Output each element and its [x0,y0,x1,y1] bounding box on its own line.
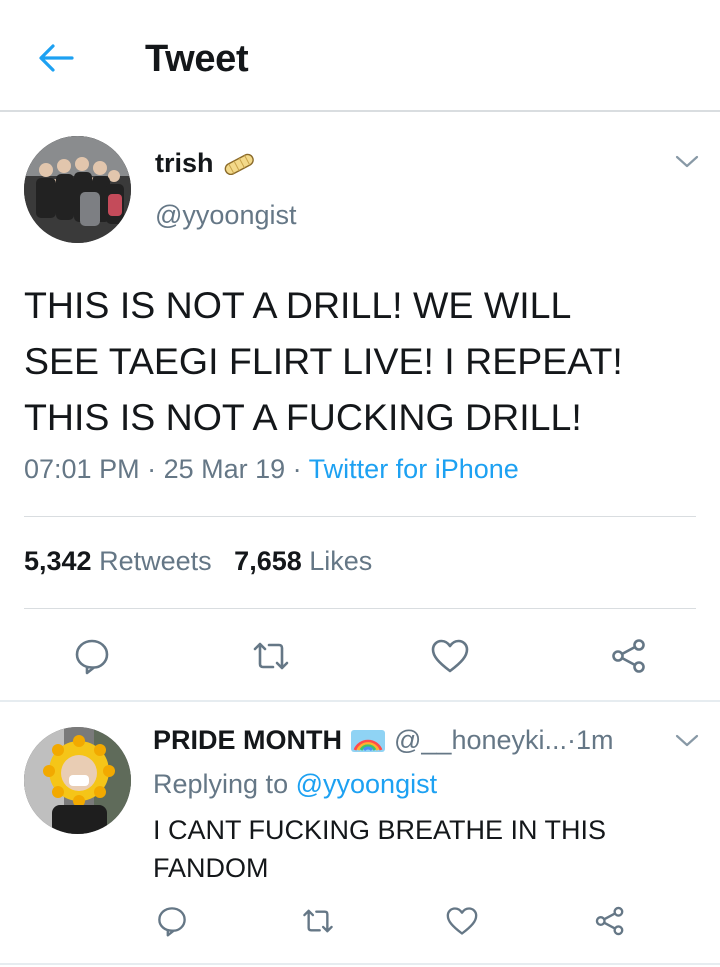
retweet-button[interactable] [249,634,293,678]
tweet-date: 25 Mar 19 [163,454,286,484]
author-handle[interactable]: @yyoongist [155,200,296,231]
replying-to: Replying to @yyoongist [153,769,437,800]
tweet-text-line: THIS IS NOT A DRILL! WE WILL [24,284,572,326]
tweet-menu-button[interactable] [674,154,700,175]
reply-avatar-photo [24,727,131,834]
heart-icon [431,639,469,673]
group-photo [24,136,131,243]
retweets-label: Retweets [99,546,212,576]
divider [24,516,696,517]
replying-to-mention[interactable]: @yyoongist [296,769,437,799]
retweets-count: 5,342 [24,546,92,576]
share-icon [595,906,624,936]
like-button[interactable] [428,634,472,678]
replying-to-label: Replying to [153,769,289,799]
share-icon [612,639,645,673]
divider [24,608,696,609]
heart-icon [446,907,478,935]
arrow-left-icon [39,44,74,72]
author-name[interactable]: trish [155,148,256,179]
meta-separator: · [567,725,577,755]
back-button[interactable] [36,38,76,78]
rainbow-emoji-icon [351,729,385,752]
reply-header: PRIDE MONTH @__honeyki... · 1m [153,725,614,756]
tweet-text: THIS IS NOT A DRILL! WE WILL SEE TAEGI F… [24,277,704,445]
tweet-source-link[interactable]: Twitter for iPhone [309,454,519,484]
reply-menu-button[interactable] [674,733,700,754]
chevron-down-icon [675,155,699,168]
reply-tweet[interactable]: PRIDE MONTH @__honeyki... · 1m Replying … [0,703,720,967]
likes-stat[interactable]: 7,658 Likes [234,546,372,576]
reply-share-button[interactable] [588,899,632,943]
tweet-time: 07:01 PM [24,454,140,484]
retweet-icon [253,642,289,670]
share-button[interactable] [607,634,651,678]
section-separator [0,700,720,702]
likes-count: 7,658 [234,546,302,576]
reply-button[interactable] [70,634,114,678]
reply-text: I CANT FUCKING BREATHE IN THIS FANDOM [153,811,673,887]
tweet-stats: 5,342 Retweets 7,658 Likes [24,546,372,577]
reply-text-line: FANDOM [153,853,269,883]
tweet-meta: 07:01 PM · 25 Mar 19 · Twitter for iPhon… [24,454,519,485]
reply-icon [158,907,186,937]
retweets-stat[interactable]: 5,342 Retweets [24,546,212,576]
top-bar: Tweet [0,0,720,112]
reply-text-line: I CANT FUCKING BREATHE IN THIS [153,815,607,845]
reply-icon [75,639,109,675]
tweet-text-line: SEE TAEGI FLIRT LIVE! I REPEAT! [24,340,623,382]
burrito-emoji-icon [224,153,254,175]
reply-author-name[interactable]: PRIDE MONTH [153,725,342,756]
reply-reply-button[interactable] [150,899,194,943]
reply-time: 1m [576,725,614,755]
page-title: Tweet [145,38,249,80]
tweet-text-line: THIS IS NOT A FUCKING DRILL! [24,396,582,438]
reply-avatar[interactable] [24,727,131,834]
likes-label: Likes [309,546,373,576]
avatar[interactable] [24,136,131,243]
meta-separator: · [139,454,164,484]
meta-separator: · [285,454,309,484]
section-separator [0,963,720,965]
reply-like-button[interactable] [440,899,484,943]
author-name-text: trish [155,148,214,178]
reply-retweet-button[interactable] [296,899,340,943]
reply-author-handle[interactable]: @__honeyki... [394,725,567,756]
chevron-down-icon [675,734,699,747]
retweet-icon [303,909,333,933]
